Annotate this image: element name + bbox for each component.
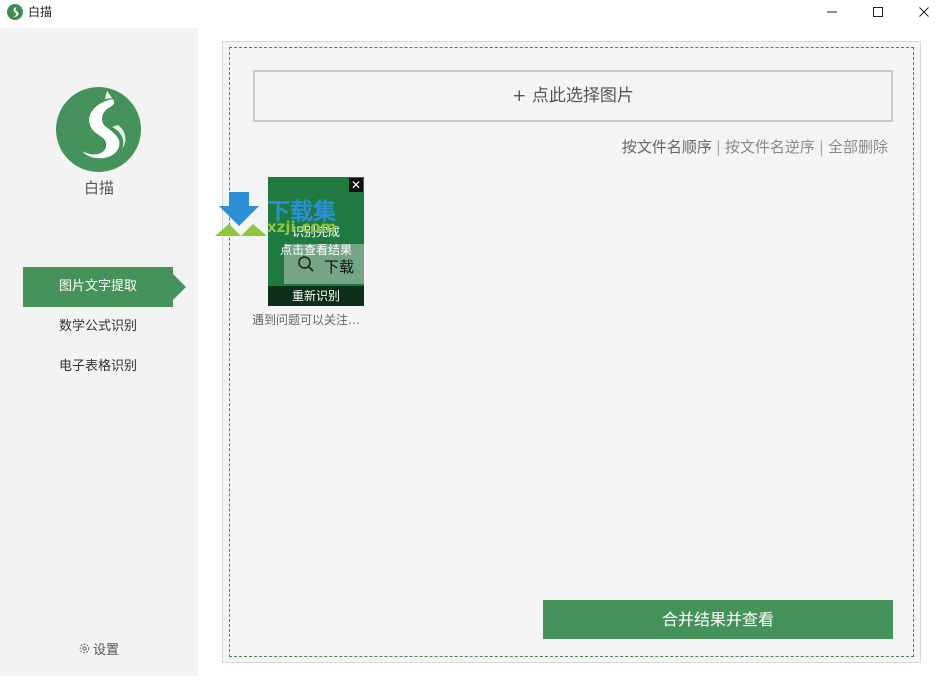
merge-results-button[interactable]: 合并结果并查看 (543, 600, 893, 639)
view-result-link[interactable]: 点击查看结果 (268, 241, 364, 258)
settings-button[interactable]: 设置 (78, 639, 119, 658)
remove-image-button[interactable]: ✕ (349, 178, 363, 192)
sidebar: 白描 图片文字提取 数学公式识别 电子表格识别 设置 (0, 28, 198, 676)
gear-icon (79, 643, 90, 654)
sidebar-item-math-formula[interactable]: 数学公式识别 (23, 307, 173, 347)
app-logo-icon (7, 4, 23, 20)
separator: | (818, 138, 824, 156)
sort-by-name-asc-link[interactable]: 按文件名顺序 (622, 138, 712, 156)
minimize-button[interactable] (809, 0, 855, 24)
sort-by-name-desc-link[interactable]: 按文件名逆序 (725, 138, 815, 156)
title-bar: 白描 (0, 0, 947, 24)
app-window: 白描 白描 图片文字提取 数学公式识别 电子表格识别 设置 + 点此选择图片 按… (0, 0, 947, 680)
sidebar-item-spreadsheet[interactable]: 电子表格识别 (23, 347, 173, 387)
drop-area[interactable]: + 点此选择图片 按文件名顺序 | 按文件名逆序 | 全部删除 下载 识别完成 点击查看… (215, 41, 921, 663)
preview-text: 下载 (324, 258, 355, 276)
delete-all-link[interactable]: 全部删除 (828, 138, 888, 156)
sort-toolbar: 按文件名顺序 | 按文件名逆序 | 全部删除 (622, 136, 888, 157)
maximize-icon (873, 7, 883, 17)
logo-label: 白描 (83, 179, 114, 197)
select-image-button[interactable]: + 点此选择图片 (253, 70, 893, 122)
sidebar-item-image-text[interactable]: 图片文字提取 (23, 267, 186, 307)
minimize-icon (827, 11, 837, 13)
cat-logo-icon (56, 87, 141, 172)
close-icon (919, 7, 929, 17)
close-button[interactable] (901, 0, 947, 24)
recognition-status: 识别完成 (291, 225, 340, 239)
thumbnail-caption: 遇到问题可以关注… (252, 313, 361, 327)
re-recognize-button[interactable]: 重新识别 (268, 286, 364, 306)
separator: | (715, 138, 721, 156)
window-title: 白描 (28, 5, 53, 19)
maximize-button[interactable] (855, 0, 901, 24)
image-thumbnail[interactable]: 下载 识别完成 点击查看结果 ✕ 重新识别 (268, 177, 364, 306)
settings-label: 设置 (93, 643, 120, 658)
